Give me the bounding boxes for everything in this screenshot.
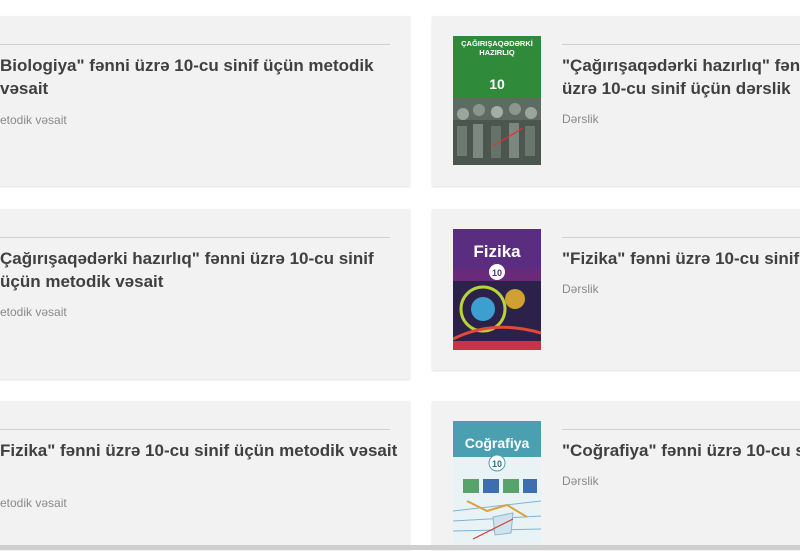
book-card-fizika-derslik[interactable]: Fizika 10 "Fizika" fənni üzrə 10-cu sini…	[432, 209, 800, 370]
book-category: etodik vəsait	[0, 305, 67, 319]
book-title[interactable]: Çağırışaqədərki hazırlıq" fənni üzrə 10-…	[0, 247, 400, 293]
card-divider	[562, 429, 800, 430]
book-cover-cografiya[interactable]: Coğrafiya 10	[453, 421, 541, 546]
svg-text:HAZIRLIQ: HAZIRLIQ	[479, 48, 515, 57]
svg-text:10: 10	[492, 268, 502, 278]
book-card-cografiya-derslik[interactable]: Coğrafiya 10 "Coğrafiya" fənni üzrə 10-c…	[432, 401, 800, 551]
book-title[interactable]: Fizika" fənni üzrə 10-cu sinif üçün meto…	[0, 439, 400, 462]
card-divider	[562, 237, 800, 238]
svg-text:10: 10	[489, 76, 505, 92]
svg-text:10: 10	[492, 459, 502, 469]
bottom-edge	[0, 545, 800, 550]
card-divider	[0, 429, 390, 430]
book-title[interactable]: "Coğrafiya" fənni üzrə 10-cu sinif üçün …	[562, 439, 800, 462]
svg-text:Fizika: Fizika	[473, 242, 521, 261]
card-divider	[562, 44, 800, 45]
svg-text:ÇAĞIRIŞAQƏDƏRKİ: ÇAĞIRIŞAQƏDƏRKİ	[461, 39, 533, 48]
book-card-cagirisaqederki-metodik[interactable]: Çağırışaqədərki hazırlıq" fənni üzrə 10-…	[0, 209, 410, 379]
svg-text:Coğrafiya: Coğrafiya	[465, 435, 530, 451]
card-divider	[0, 44, 390, 45]
book-title[interactable]: "Fizika" fənni üzrə 10-cu sinif üçün dər…	[562, 247, 800, 270]
book-category: etodik vəsait	[0, 496, 67, 510]
book-title[interactable]: "Çağırışaqədərki hazırlıq" fənni üzrə 10…	[562, 54, 800, 100]
book-card-cagirisaqederki-derslik[interactable]: ÇAĞIRIŞAQƏDƏRKİ HAZIRLIQ 10 "Çağırışaqəd…	[432, 16, 800, 186]
book-card-fizika-metodik[interactable]: Fizika" fənni üzrə 10-cu sinif üçün meto…	[0, 401, 410, 551]
book-cover-cagirisaqederki[interactable]: ÇAĞIRIŞAQƏDƏRKİ HAZIRLIQ 10	[453, 36, 541, 165]
book-category: Dərslik	[562, 474, 599, 488]
card-divider	[0, 237, 390, 238]
book-category: Dərslik	[562, 282, 599, 296]
book-title[interactable]: Biologiya" fənni üzrə 10-cu sinif üçün m…	[0, 54, 400, 100]
book-category: etodik vəsait	[0, 113, 67, 127]
book-card-biologiya-metodik[interactable]: Biologiya" fənni üzrə 10-cu sinif üçün m…	[0, 16, 410, 186]
book-category: Dərslik	[562, 112, 599, 126]
book-cover-fizika[interactable]: Fizika 10	[453, 229, 541, 350]
